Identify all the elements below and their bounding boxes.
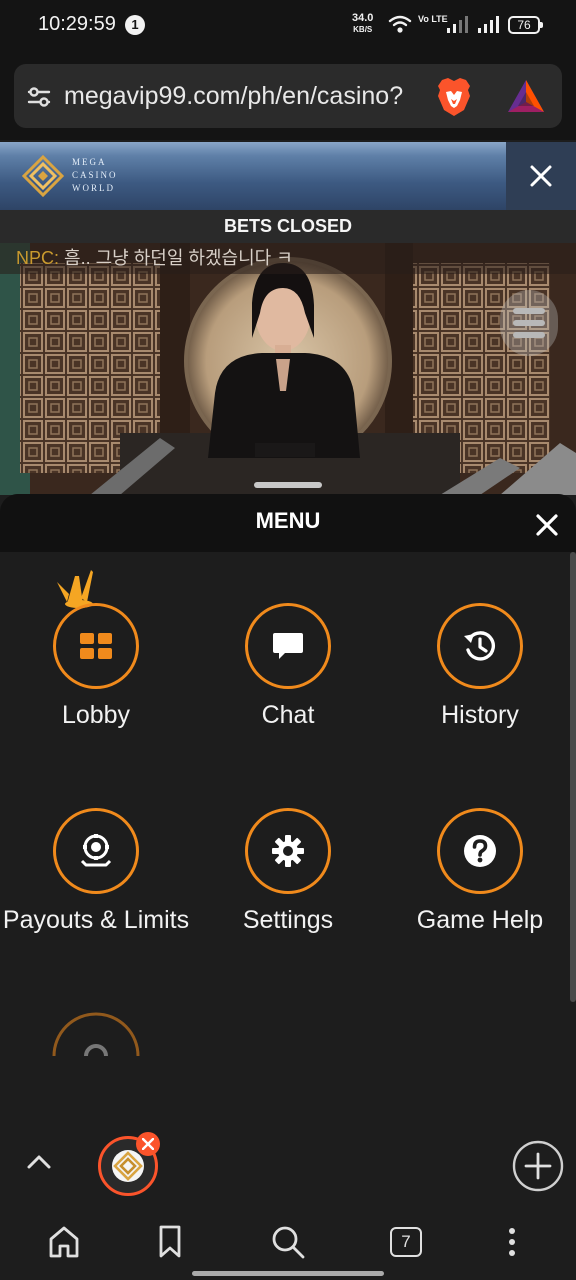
menu-item-label[interactable]: Payouts & Limits xyxy=(0,904,192,936)
casino-logo-text: MEGA CASINO WORLD xyxy=(72,156,118,195)
bets-status-bar: BETS CLOSED xyxy=(0,210,576,243)
close-icon xyxy=(142,1138,154,1150)
game-help-icon-circle[interactable] xyxy=(437,808,523,894)
crown-icon xyxy=(57,570,93,608)
video-menu-button[interactable] xyxy=(500,290,558,356)
live-video-feed[interactable] xyxy=(0,243,576,495)
home-icon[interactable] xyxy=(46,1224,82,1260)
bookmark-icon[interactable] xyxy=(156,1224,184,1260)
new-tab-plus-icon[interactable] xyxy=(512,1140,564,1192)
menu-item-game-help[interactable]: Game Help xyxy=(384,808,576,936)
chat-bubble-icon xyxy=(273,633,303,659)
menu-close-button[interactable] xyxy=(534,512,560,538)
menu-item-chat[interactable]: Chat xyxy=(192,603,384,731)
chip-icon xyxy=(80,834,112,867)
dealer-video-frame xyxy=(0,243,576,495)
settings-icon-circle[interactable] xyxy=(245,808,331,894)
search-icon[interactable] xyxy=(270,1224,306,1260)
menu-item-lobby[interactable]: Lobby xyxy=(0,603,192,731)
logo-line-1: MEGA xyxy=(72,157,107,167)
hamburger-icon-bar xyxy=(513,320,545,326)
grid-icon xyxy=(80,633,112,659)
tabs-count-button[interactable]: 7 xyxy=(390,1227,422,1257)
casino-logo-icon xyxy=(22,155,64,197)
menu-item-payouts-limits[interactable]: Payouts & Limits xyxy=(0,808,192,936)
gesture-navigation-bar[interactable] xyxy=(192,1271,384,1276)
history-icon-circle[interactable] xyxy=(437,603,523,689)
menu-item-label[interactable]: Game Help xyxy=(384,904,576,936)
close-icon xyxy=(530,165,552,187)
status-time: 10:29:59 xyxy=(38,13,116,35)
close-tab-button[interactable] xyxy=(136,1132,160,1156)
notification-count-badge: 1 xyxy=(125,15,145,35)
hamburger-icon-bar xyxy=(513,332,545,338)
payouts-icon-circle[interactable] xyxy=(53,808,139,894)
volte-icon: Vo LTE xyxy=(418,14,448,24)
network-speed: 34.0 KB/S xyxy=(352,13,373,35)
chevron-up-icon[interactable] xyxy=(26,1152,52,1170)
more-options-icon[interactable] xyxy=(504,1226,520,1258)
drag-handle[interactable] xyxy=(254,482,322,488)
history-icon xyxy=(464,631,496,661)
menu-item-label[interactable]: Lobby xyxy=(0,699,192,731)
question-icon xyxy=(464,835,496,867)
menu-item-label[interactable]: History xyxy=(384,699,576,731)
chat-icon-circle[interactable] xyxy=(245,603,331,689)
wifi-icon xyxy=(388,15,412,33)
site-settings-icon[interactable] xyxy=(26,84,52,110)
gear-icon xyxy=(272,835,304,867)
hamburger-icon-bar xyxy=(513,308,545,314)
menu-item-history[interactable]: History xyxy=(384,603,576,731)
browser-tab-strip xyxy=(0,1124,576,1210)
header-close-button[interactable] xyxy=(506,142,576,210)
logo-line-3: WORLD xyxy=(72,183,115,193)
signal-strength-icon-2 xyxy=(478,16,499,33)
url-text[interactable]: megavip99.com/ph/en/casino? xyxy=(64,82,424,111)
logo-line-2: CASINO xyxy=(72,170,118,180)
battery-icon: 76 xyxy=(508,16,543,34)
menu-item-label[interactable]: Settings xyxy=(192,904,384,936)
casino-favicon-icon xyxy=(112,1150,144,1182)
menu-title: MENU xyxy=(255,508,321,533)
menu-item-settings[interactable]: Settings xyxy=(192,808,384,936)
lobby-icon-circle[interactable] xyxy=(53,603,139,689)
bat-rewards-icon[interactable] xyxy=(506,78,546,114)
brave-shields-icon[interactable] xyxy=(434,76,474,118)
menu-item-partial[interactable] xyxy=(52,1012,140,1056)
chat-overlay-message: NPC: 흠.. 그냥 하던일 하겠습니다 ㅋ xyxy=(0,243,576,274)
signal-strength-icon xyxy=(447,16,468,33)
network-speed-unit: KB/S xyxy=(353,25,373,34)
network-speed-value: 34.0 xyxy=(352,12,374,24)
chat-sender-name: NPC: xyxy=(16,248,60,268)
chat-message-text: 흠.. 그냥 하던일 하겠습니다 ㅋ xyxy=(64,248,293,268)
menu-item-label[interactable]: Chat xyxy=(192,699,384,731)
